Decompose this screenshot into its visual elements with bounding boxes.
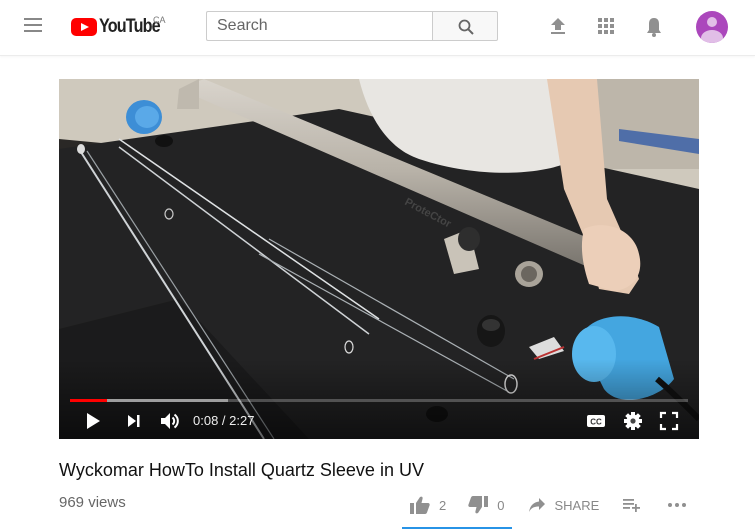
fullscreen-button[interactable] <box>659 411 679 431</box>
next-icon <box>128 415 140 427</box>
next-button[interactable] <box>126 411 142 431</box>
thumbs-up-icon <box>410 496 430 514</box>
share-label: SHARE <box>554 497 600 513</box>
apps-grid-icon[interactable] <box>596 16 618 38</box>
dislike-count: 0 <box>497 497 505 513</box>
masthead: YouTube CA <box>0 0 755 56</box>
more-horizontal-icon <box>668 503 687 507</box>
captions-icon: CC <box>587 415 605 427</box>
captions-button[interactable]: CC <box>586 411 606 431</box>
svg-text:CC: CC <box>590 418 602 427</box>
region-code: CA <box>153 15 166 25</box>
fullscreen-icon <box>659 411 679 431</box>
settings-gear-icon <box>624 412 642 430</box>
add-to-playlist-icon <box>623 499 641 512</box>
view-count: 969 views <box>59 494 126 511</box>
settings-button[interactable] <box>623 411 643 431</box>
search-icon <box>458 19 474 35</box>
time-display: 0:08 / 2:27 <box>193 413 255 428</box>
like-count: 2 <box>439 497 447 513</box>
add-to-playlist-button[interactable] <box>623 497 641 513</box>
youtube-play-logo-icon <box>71 18 97 36</box>
thumbs-down-icon <box>468 496 489 514</box>
progress-played <box>70 399 108 402</box>
dislike-button[interactable]: 0 <box>468 496 504 514</box>
share-arrow-icon <box>529 498 546 512</box>
upload-icon[interactable] <box>548 16 570 38</box>
like-sentiment-bar <box>402 527 512 529</box>
more-actions-button[interactable] <box>667 502 687 508</box>
progress-bar[interactable] <box>70 399 688 402</box>
video-player[interactable]: ProteCtor 0:08 / 2:27 CC <box>59 79 699 439</box>
volume-button[interactable] <box>159 411 181 431</box>
play-icon <box>87 413 100 429</box>
hamburger-menu-icon[interactable] <box>24 17 44 33</box>
youtube-logo[interactable]: YouTube CA <box>71 15 170 38</box>
notifications-bell-icon[interactable] <box>644 16 666 38</box>
video-actions: 2 0 SHARE <box>410 494 687 516</box>
like-button[interactable]: 2 <box>410 496 446 514</box>
search-input[interactable] <box>207 12 432 40</box>
share-button[interactable]: SHARE <box>528 497 599 513</box>
play-button[interactable] <box>85 411 101 431</box>
video-title: Wyckomar HowTo Install Quartz Sleeve in … <box>59 460 424 480</box>
logo-wordmark: YouTube <box>99 16 161 37</box>
search-button[interactable] <box>432 11 498 41</box>
search-box <box>206 11 432 41</box>
avatar[interactable] <box>696 11 728 43</box>
volume-icon <box>161 413 179 429</box>
